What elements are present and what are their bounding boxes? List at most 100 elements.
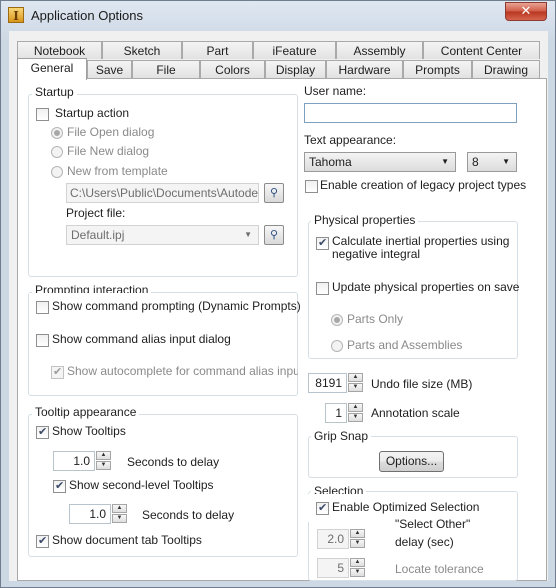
spin-down-icon[interactable]: ▼: [96, 461, 111, 470]
spin-down-icon[interactable]: ▼: [112, 514, 127, 523]
show-tooltips-checkbox[interactable]: [36, 425, 49, 439]
window-title: Application Options: [31, 8, 144, 23]
undo-size-value[interactable]: 8191: [308, 373, 347, 393]
optimized-selection-label: Enable Optimized Selection: [332, 500, 480, 514]
second-level-delay-label: Seconds to delay: [142, 508, 235, 522]
physical-properties-group-label: Physical properties: [311, 213, 419, 227]
locate-tolerance-label: Locate tolerance: [395, 562, 484, 576]
show-tooltips-label: Show Tooltips: [52, 424, 126, 438]
file-new-dialog-radio[interactable]: [51, 146, 63, 158]
show-alias-dialog-label: Show command alias input dialog: [52, 332, 231, 346]
tab-prompts[interactable]: Prompts: [403, 60, 472, 78]
project-file-label: Project file:: [66, 206, 126, 220]
tooltip-delay-value[interactable]: 1.0: [53, 451, 95, 471]
undo-size-label: Undo file size (MB): [371, 377, 473, 391]
startup-action-checkbox[interactable]: [36, 108, 49, 121]
tab-content-center[interactable]: Content Center: [423, 41, 540, 59]
spin-up-icon[interactable]: ▲: [350, 558, 365, 567]
tab-ifeature[interactable]: iFeature: [253, 41, 336, 59]
tab-display[interactable]: Display: [265, 60, 326, 78]
select-other-label-line1: "Select Other": [395, 517, 471, 531]
general-tab-panel: Startup Startup action File Open dialog …: [17, 78, 547, 581]
grip-snap-group-label: Grip Snap: [311, 429, 372, 443]
tooltip-delay-spinner[interactable]: 1.0 ▲ ▼: [53, 451, 111, 471]
annotation-scale-label: Annotation scale: [371, 406, 460, 420]
select-other-label-line2: delay (sec): [395, 535, 454, 549]
show-alias-dialog-checkbox[interactable]: [36, 334, 49, 347]
inventor-app-icon: I: [8, 7, 24, 23]
tab-file[interactable]: File: [132, 60, 200, 78]
title-bar[interactable]: I Application Options ✕: [1, 1, 555, 31]
new-from-template-radio[interactable]: [51, 166, 63, 178]
file-open-dialog-label: File Open dialog: [67, 125, 155, 139]
annotation-scale-spinner[interactable]: 1 ▲ ▼: [325, 403, 363, 423]
locate-tolerance-value[interactable]: 5: [317, 558, 349, 578]
dialog-client-area: Notebook Sketch Part iFeature Assembly C…: [9, 31, 548, 581]
chevron-down-icon: ▼: [244, 230, 252, 239]
chevron-down-icon: ▼: [441, 157, 449, 166]
spin-up-icon[interactable]: ▲: [348, 373, 363, 382]
legacy-project-types-label: Enable creation of legacy project types: [320, 178, 527, 192]
tab-part[interactable]: Part: [182, 41, 253, 59]
spin-up-icon[interactable]: ▲: [348, 403, 363, 412]
undo-size-spinner[interactable]: 8191 ▲ ▼: [308, 373, 363, 393]
font-size-combo[interactable]: 8 ▼: [467, 152, 517, 172]
application-options-window: I Application Options ✕ Notebook Sketch …: [0, 0, 556, 588]
spin-down-icon[interactable]: ▼: [348, 383, 363, 392]
spin-up-icon[interactable]: ▲: [112, 504, 127, 513]
second-level-delay-value[interactable]: 1.0: [69, 504, 111, 524]
tab-sketch[interactable]: Sketch: [102, 41, 182, 59]
show-document-tab-label: Show document tab Tooltips: [52, 533, 202, 547]
second-level-delay-spinner[interactable]: 1.0 ▲ ▼: [69, 504, 127, 524]
select-other-delay-value[interactable]: 2.0: [317, 529, 349, 549]
user-name-label: User name:: [304, 84, 367, 98]
tab-drawing[interactable]: Drawing: [472, 60, 540, 78]
locate-tolerance-spinner[interactable]: 5 ▲ ▼: [317, 558, 365, 578]
show-second-level-checkbox[interactable]: [53, 479, 66, 493]
tab-save[interactable]: Save: [87, 60, 132, 78]
parts-and-assemblies-label: Parts and Assemblies: [347, 338, 463, 352]
spin-up-icon[interactable]: ▲: [96, 451, 111, 460]
tab-general[interactable]: General: [17, 58, 87, 80]
parts-and-assemblies-radio[interactable]: [331, 340, 343, 352]
annotation-scale-value[interactable]: 1: [325, 403, 347, 423]
project-file-combo[interactable]: Default.ipj ▼: [66, 225, 259, 245]
file-open-dialog-radio[interactable]: [51, 127, 63, 139]
close-button[interactable]: ✕: [505, 2, 547, 21]
optimized-selection-checkbox[interactable]: [316, 501, 329, 515]
text-appearance-label: Text appearance:: [304, 133, 397, 147]
show-autocomplete-checkbox[interactable]: [51, 365, 64, 379]
selection-group-label: Selection: [311, 484, 367, 498]
user-name-input[interactable]: [304, 103, 517, 123]
select-other-delay-spinner[interactable]: 2.0 ▲ ▼: [317, 529, 365, 549]
show-command-prompting-checkbox[interactable]: [36, 301, 49, 314]
legacy-project-types-checkbox[interactable]: [305, 180, 318, 193]
show-autocomplete-label: Show autocomplete for command alias inpu…: [67, 364, 304, 378]
project-browse-button[interactable]: ⚲: [264, 225, 284, 245]
calc-inertial-label: Calculate inertial properties using nega…: [332, 234, 510, 261]
tab-notebook[interactable]: Notebook: [17, 41, 102, 59]
grip-snap-options-button[interactable]: Options...: [379, 451, 444, 472]
show-second-level-label: Show second-level Tooltips: [69, 478, 214, 492]
tab-hardware[interactable]: Hardware: [326, 60, 403, 78]
new-from-template-label: New from template: [67, 164, 168, 178]
spin-down-icon[interactable]: ▼: [350, 568, 365, 577]
font-combo[interactable]: Tahoma ▼: [304, 152, 456, 172]
show-command-prompting-label: Show command prompting (Dynamic Prompts): [52, 299, 301, 313]
tooltip-delay-label: Seconds to delay: [127, 455, 220, 469]
parts-only-label: Parts Only: [347, 312, 404, 326]
prompting-group-label: Prompting interaction: [32, 283, 152, 297]
tab-assembly[interactable]: Assembly: [336, 41, 423, 59]
calc-inertial-checkbox[interactable]: [316, 236, 329, 250]
parts-only-radio[interactable]: [331, 314, 343, 326]
spin-down-icon[interactable]: ▼: [348, 413, 363, 422]
file-new-dialog-label: File New dialog: [67, 144, 150, 158]
spin-down-icon[interactable]: ▼: [350, 539, 365, 548]
startup-group-label: Startup: [32, 85, 77, 99]
update-on-save-checkbox[interactable]: [316, 282, 329, 295]
spin-up-icon[interactable]: ▲: [350, 529, 365, 538]
show-document-tab-checkbox[interactable]: [36, 534, 49, 548]
template-path-field[interactable]: C:\Users\Public\Documents\Autodesk\I: [66, 183, 259, 203]
template-browse-button[interactable]: ⚲: [264, 183, 284, 203]
tab-colors[interactable]: Colors: [200, 60, 265, 78]
